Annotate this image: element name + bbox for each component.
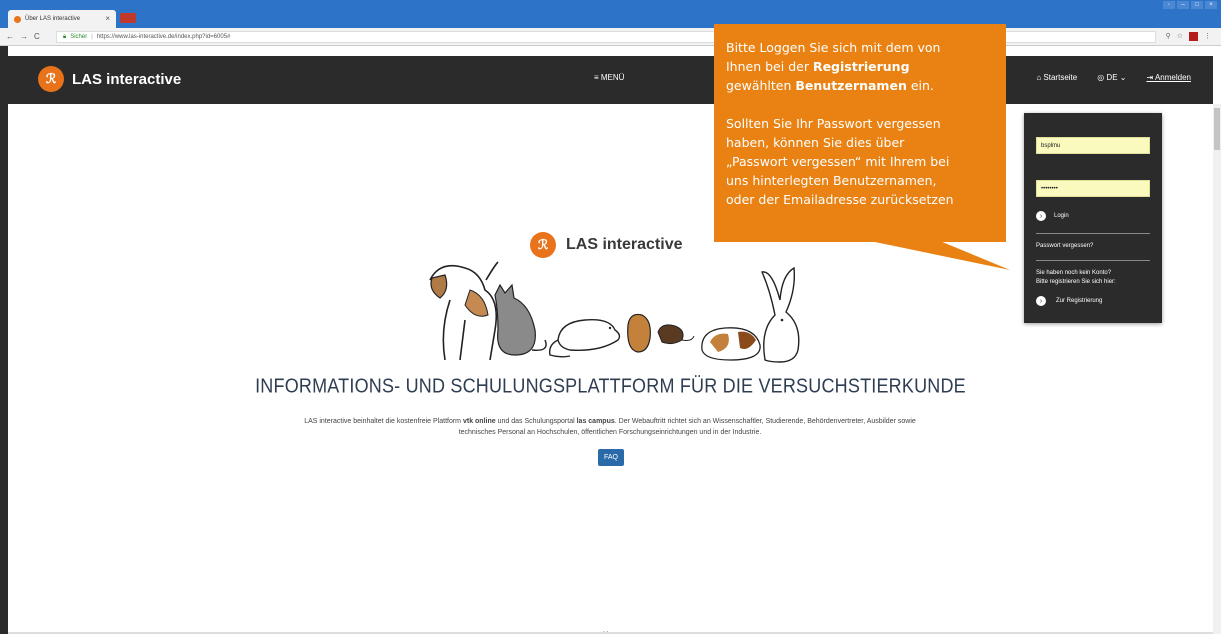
login-dropdown: bsplmu •••••••• › Login Passwort vergess…	[1024, 113, 1162, 323]
center-logo-text: LAS interactive	[566, 236, 683, 253]
no-account-text-2: Bitte registrieren Sie sich hier:	[1036, 279, 1116, 285]
back-icon[interactable]: ←	[6, 32, 14, 41]
pdf-icon[interactable]	[1189, 32, 1198, 41]
mouse-drawing	[657, 324, 695, 345]
reload-icon[interactable]: C	[34, 32, 40, 41]
forgot-password-link[interactable]: Passwort vergessen?	[1036, 243, 1093, 249]
rabbit-drawing	[761, 266, 800, 363]
browser-toolbar: ← → C 🔒︎ Sicher | https://www.las-intera…	[0, 28, 1221, 46]
callout-line: haben, können Sie dies über	[726, 135, 905, 150]
login-button[interactable]: Login	[1054, 213, 1069, 219]
page-description: LAS interactive beinhaltet die kostenfre…	[290, 416, 930, 438]
desc-text-2: und das Schulungsportal	[495, 418, 577, 425]
login-arrow-icon[interactable]: ›	[1036, 211, 1046, 221]
star-icon[interactable]: ☆	[1177, 32, 1183, 41]
filter-icon[interactable]: ⚲	[1166, 32, 1171, 41]
login-icon: ⇥	[1146, 73, 1155, 82]
instruction-callout: Bitte Loggen Sie sich mit dem von Ihnen …	[714, 24, 1006, 242]
callout-text: ein.	[906, 78, 934, 93]
nav-home[interactable]: ⌂ Startseite	[1036, 73, 1077, 82]
url-separator: |	[91, 34, 93, 40]
desc-vtk-online: vtk online	[462, 418, 496, 425]
language-select[interactable]: ◎ DE ⌄	[1097, 73, 1126, 82]
browser-tab[interactable]: Über LAS interactive ×	[8, 10, 116, 28]
nav-login-label: Anmelden	[1154, 73, 1191, 82]
callout-line: gewählten Benutzernamen ein.	[726, 76, 996, 95]
screen: Über LAS interactive × ◦ – □ × ← → C 🔒︎ …	[0, 0, 1221, 634]
hamster-drawing	[627, 313, 651, 353]
callout-text: gewählten	[726, 78, 796, 93]
secure-label: Sicher	[70, 34, 88, 40]
callout-text: Ihnen bei der	[726, 59, 813, 74]
nav-buttons: ← → C	[6, 32, 40, 41]
header-nav: ⌂ Startseite ◎ DE ⌄ ⇥ Anmelden	[1036, 73, 1191, 82]
site-header: ℛ LAS interactive ≡ MENÜ ⌂ Startseite ◎ …	[8, 56, 1213, 104]
dog-drawing	[429, 261, 499, 361]
callout-line: Sollten Sie Ihr Passwort vergessen	[726, 116, 941, 131]
favicon-icon	[14, 15, 21, 23]
callout-pointer	[870, 241, 1010, 270]
nav-login[interactable]: ⇥ Anmelden	[1146, 73, 1191, 82]
callout-bold-benutzernamen: Benutzernamen	[795, 78, 907, 93]
callout-line: uns hinterlegten Benutzernamen,	[726, 173, 937, 188]
tab-title: Über LAS interactive	[25, 16, 81, 22]
close-window-icon[interactable]: ×	[1205, 1, 1217, 9]
username-input[interactable]: bsplmu	[1036, 137, 1150, 154]
user-icon[interactable]: ◦	[1163, 1, 1175, 9]
divider	[1036, 260, 1150, 261]
menu-dots-icon[interactable]: ⋮	[1204, 32, 1211, 41]
page-headline: INFORMATIONS- UND SCHULUNGSPLATTFORM FÜR…	[255, 374, 966, 398]
no-account-text-1: Sie haben noch kein Konto?	[1036, 270, 1112, 276]
center-logo-icon: ℛ	[530, 232, 556, 258]
scrollbar-track[interactable]	[1213, 104, 1221, 634]
register-link[interactable]: Zur Registrierung	[1056, 298, 1102, 304]
callout-line: oder der Emailadresse zurücksetzen	[726, 192, 954, 207]
minimize-icon[interactable]: –	[1177, 1, 1189, 9]
language-label: DE	[1106, 73, 1118, 82]
browser-extension-icons: ⚲ ☆ ⋮	[1166, 32, 1211, 41]
cat-drawing	[494, 283, 547, 356]
lock-icon: 🔒︎	[63, 33, 67, 40]
browser-titlebar: Über LAS interactive × ◦ – □ ×	[0, 0, 1221, 28]
nav-home-label: Startseite	[1043, 73, 1078, 82]
maximize-icon[interactable]: □	[1191, 1, 1203, 9]
divider	[1036, 233, 1150, 234]
desc-las-campus: las campus	[576, 418, 615, 425]
logo-icon[interactable]: ℛ	[38, 66, 64, 92]
callout-spacer	[726, 95, 996, 114]
callout-line: Bitte Loggen Sie sich mit dem von	[726, 40, 941, 55]
desc-text-1: LAS interactive beinhaltet die kostenfre…	[304, 418, 463, 425]
register-arrow-icon[interactable]: ›	[1036, 296, 1046, 306]
callout-line: Ihnen bei der Registrierung	[726, 57, 996, 76]
logo-text[interactable]: LAS interactive	[72, 71, 181, 88]
faq-button[interactable]: FAQ	[598, 449, 624, 466]
chevron-down-icon: ⌄	[1117, 73, 1127, 82]
tab-close-icon[interactable]: ×	[105, 14, 110, 23]
url-text: https://www.las-interactive.de/index.php…	[96, 34, 231, 40]
window-controls: ◦ – □ ×	[1163, 1, 1217, 9]
password-input[interactable]: ••••••••	[1036, 180, 1150, 197]
forward-icon[interactable]: →	[20, 32, 28, 41]
scrollbar-thumb[interactable]	[1214, 108, 1220, 150]
window-left-border	[0, 46, 8, 634]
rat-drawing	[548, 319, 621, 358]
callout-bold-registrierung: Registrierung	[812, 59, 910, 74]
animals-illustration	[429, 261, 800, 363]
new-tab-button[interactable]	[120, 13, 136, 23]
guinea-pig-drawing	[701, 327, 761, 361]
center-logo: ℛ LAS interactive	[530, 232, 682, 258]
callout-line: „Passwort vergessen“ mit Ihrem bei	[726, 154, 950, 169]
menu-button[interactable]: ≡ MENÜ	[594, 73, 624, 82]
